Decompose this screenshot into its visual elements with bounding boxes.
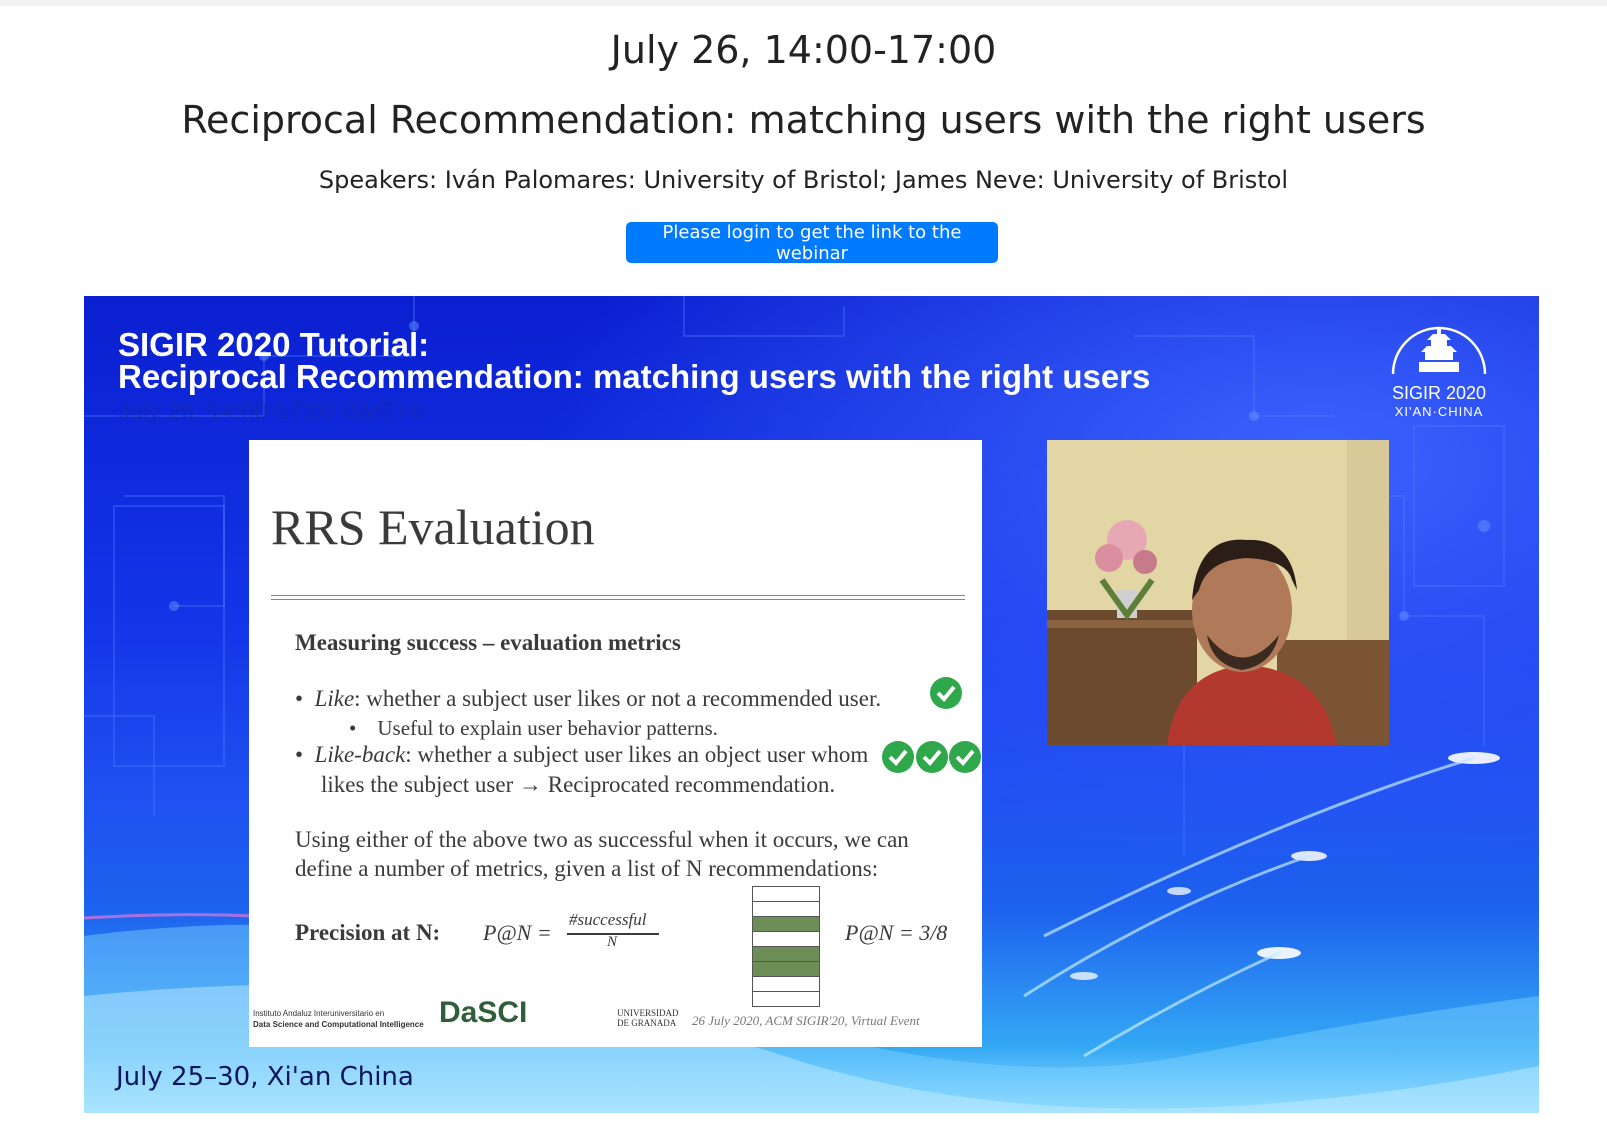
bullet-like-term: Like bbox=[314, 686, 355, 711]
bullet-likeback-cont: likes the subject user → Reciprocated re… bbox=[321, 772, 836, 797]
list-cell bbox=[752, 886, 820, 902]
session-title: Reciprocal Recommendation: matching user… bbox=[181, 98, 1426, 142]
session-date: July 26, 14:00-17:00 bbox=[610, 28, 997, 72]
dasci-logo-text: DaSCI bbox=[439, 996, 528, 1029]
bullet-like-text: : whether a subject user likes or not a … bbox=[354, 686, 882, 711]
top-strip bbox=[0, 0, 1607, 6]
slide-paragraph-line2: define a number of metrics, given a list… bbox=[295, 856, 879, 881]
sigir-logo: SIGIR 2020 XI'AN·CHINA bbox=[1384, 324, 1494, 419]
slide-paragraph-line1: Using either of the above two as success… bbox=[295, 827, 909, 852]
precision-label: Precision at N: bbox=[295, 920, 441, 945]
speaker-camera-feed bbox=[1047, 440, 1389, 745]
list-cell bbox=[752, 932, 820, 947]
bullet-like: • Like: whether a subject user likes or … bbox=[295, 686, 882, 711]
ugr-line2: DE GRANADA bbox=[617, 1018, 677, 1028]
list-cell bbox=[752, 992, 820, 1007]
formula-lhs: P@N = bbox=[483, 920, 552, 945]
bullet-like-sub-text: Useful to explain user behavior patterns… bbox=[377, 716, 718, 740]
bullet-like-sub: • Useful to explain user behavior patter… bbox=[349, 716, 718, 740]
slide-divider-second bbox=[271, 599, 965, 600]
presentation-slide: RRS Evaluation Measuring success – evalu… bbox=[249, 440, 982, 1047]
slide-title: RRS Evaluation bbox=[271, 499, 595, 555]
bullet-likeback-term: Like-back bbox=[314, 742, 406, 767]
list-cell bbox=[752, 947, 820, 962]
check-icon bbox=[949, 741, 981, 773]
list-cell bbox=[752, 917, 820, 932]
speakers-line: Speakers: Iván Palomares: University of … bbox=[318, 166, 1289, 194]
check-icon bbox=[930, 677, 962, 709]
formula-numerator: #successful bbox=[569, 910, 647, 929]
bullet-likeback: • Like-back: whether a subject user like… bbox=[295, 742, 869, 767]
dasci-logo: DaSCI bbox=[439, 996, 527, 1030]
slide-subheading: Measuring success – evaluation metrics bbox=[295, 630, 681, 655]
footer-institute-line1: Instituto Andaluz Interuniversitario en bbox=[253, 1009, 385, 1018]
footer-event: 26 July 2020, ACM SIGIR'20, Virtual Even… bbox=[692, 1013, 920, 1028]
footer-institute: Instituto Andaluz Interuniversitario en … bbox=[253, 1008, 424, 1030]
ghost-time-text: July 26, 14:00-17:00 GMT+8 bbox=[118, 398, 423, 425]
check-icon bbox=[916, 741, 948, 773]
footer-institute-line2: Data Science and Computational Intellige… bbox=[253, 1020, 424, 1029]
slide-divider bbox=[271, 595, 965, 596]
speaker-video-image bbox=[1047, 440, 1389, 745]
ugr-logo: UNIVERSIDAD DE GRANADA bbox=[617, 1008, 679, 1028]
logo-location-text: XI'AN·CHINA bbox=[1394, 404, 1484, 419]
precision-result: P@N = 3/8 bbox=[845, 920, 948, 945]
recommendation-list-stack bbox=[752, 886, 820, 1007]
ugr-line1: UNIVERSIDAD bbox=[617, 1008, 679, 1018]
list-cell bbox=[752, 977, 820, 992]
bullet-likeback-text: : whether a subject user likes an object… bbox=[405, 742, 869, 767]
video-player[interactable]: SIGIR 2020 Tutorial: Reciprocal Recommen… bbox=[84, 296, 1539, 1113]
formula-denominator: N bbox=[607, 934, 618, 950]
list-cell bbox=[752, 962, 820, 977]
banner-title-line2: Reciprocal Recommendation: matching user… bbox=[118, 358, 1151, 395]
login-webinar-button[interactable]: Please login to get the link to the webi… bbox=[626, 222, 998, 264]
logo-sigir-text: SIGIR 2020 bbox=[1391, 383, 1487, 403]
pagoda-icon bbox=[1391, 326, 1487, 375]
event-location: July 25–30, Xi'an China bbox=[116, 1062, 414, 1092]
list-cell bbox=[752, 902, 820, 917]
check-icon bbox=[882, 741, 914, 773]
